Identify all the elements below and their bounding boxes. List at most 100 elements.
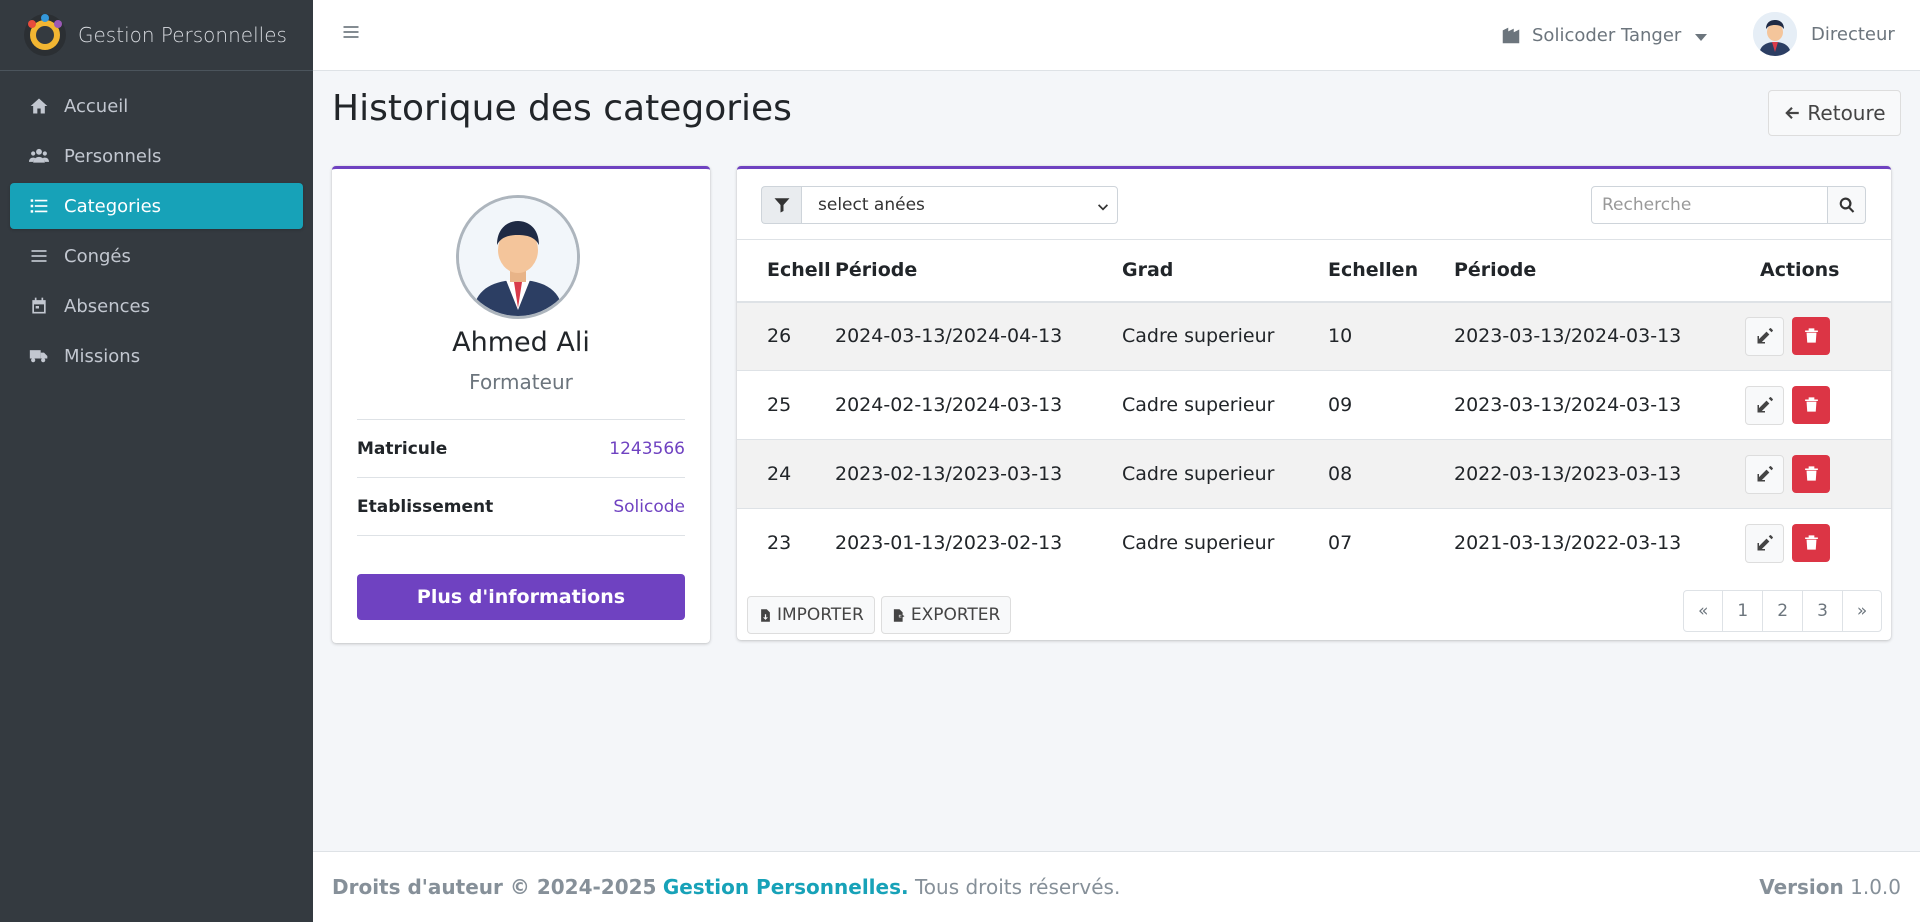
cell-periode: 2023-01-13/2023-02-13 (835, 508, 1122, 578)
user-role: Directeur (1811, 23, 1895, 45)
search-group: Recherche (1591, 186, 1866, 224)
edit-icon (1757, 397, 1773, 413)
user-menu[interactable]: Directeur (1753, 8, 1895, 60)
delete-button[interactable] (1792, 316, 1830, 355)
export-label: EXPORTER (910, 605, 1001, 625)
truck-icon (28, 345, 50, 367)
info-key: Etablissement (357, 496, 494, 517)
sidebar-item-label: Categories (64, 195, 162, 217)
footer-brand-link[interactable]: Gestion Personnelles. (663, 875, 909, 899)
file-export-icon (893, 608, 905, 622)
table-row: 23 2023-01-13/2023-02-13 Cadre superieur… (737, 508, 1891, 578)
delete-button[interactable] (1792, 454, 1830, 493)
footer-version: Version 1.0.0 (1759, 875, 1901, 899)
sidebar-item-conges[interactable]: Congés (10, 233, 303, 279)
column-header[interactable]: Période (1454, 239, 1745, 303)
file-import-icon (761, 608, 770, 622)
table-row: 25 2024-02-13/2024-03-13 Cadre superieur… (737, 370, 1891, 440)
profile-info-list: Matricule 1243566 Etablissement Solicode (357, 419, 685, 536)
home-icon (28, 95, 50, 117)
arrow-left-icon (1785, 107, 1800, 119)
cell-periode-2: 2022-03-13/2023-03-13 (1454, 439, 1745, 509)
page-prev[interactable]: « (1683, 590, 1724, 632)
sidebar-item-label: Congés (64, 245, 131, 267)
cell-periode: 2024-02-13/2024-03-13 (835, 370, 1122, 440)
back-button[interactable]: Retoure (1768, 90, 1901, 136)
cell-echellen: 07 (1328, 508, 1454, 578)
profile-avatar (456, 195, 580, 319)
brand-logo (24, 14, 66, 56)
version-label: Version (1759, 875, 1844, 899)
cell-periode-2: 2023-03-13/2024-03-13 (1454, 301, 1745, 371)
delete-button[interactable] (1792, 523, 1830, 562)
import-button[interactable]: IMPORTER (747, 596, 875, 634)
caret-down-icon (1695, 33, 1708, 41)
info-row-etablissement: Etablissement Solicode (357, 478, 685, 536)
trash-icon (1804, 466, 1818, 481)
version-value: 1.0.0 (1850, 875, 1901, 899)
sidebar-item-personnels[interactable]: Personnels (10, 133, 303, 179)
column-header[interactable]: Echell (737, 239, 835, 303)
avatar (1753, 12, 1797, 56)
profile-card: Ahmed Ali Formateur Matricule 1243566 Et… (332, 166, 710, 643)
list-icon (28, 195, 50, 217)
sidebar-item-missions[interactable]: Missions (10, 333, 303, 379)
search-input[interactable]: Recherche (1591, 186, 1828, 224)
edit-button[interactable] (1745, 523, 1784, 563)
import-label: IMPORTER (777, 605, 864, 625)
cell-echell: 24 (737, 439, 835, 509)
more-info-button[interactable]: Plus d'informations (357, 574, 685, 620)
table-row: 24 2023-02-13/2023-03-13 Cadre superieur… (737, 439, 1891, 509)
cell-echellen: 09 (1328, 370, 1454, 440)
profile-name: Ahmed Ali (452, 327, 590, 358)
sidebar-item-categories[interactable]: Categories (10, 183, 303, 229)
search-button[interactable] (1828, 186, 1866, 224)
column-header[interactable]: Grad (1122, 239, 1328, 303)
users-icon (28, 145, 50, 167)
table-row: 26 2024-03-13/2024-04-13 Cadre superieur… (737, 301, 1891, 371)
page-2[interactable]: 2 (1762, 590, 1804, 632)
edit-button[interactable] (1745, 316, 1784, 356)
sidebar-item-accueil[interactable]: Accueil (10, 83, 303, 129)
brand-title: Gestion Personnelles (78, 23, 287, 47)
pagination: « 1 2 3 » (1683, 590, 1883, 632)
organization-dropdown[interactable]: Solicoder Tanger (1500, 20, 1708, 50)
cell-echellen: 10 (1328, 301, 1454, 371)
cell-periode-2: 2021-03-13/2022-03-13 (1454, 508, 1745, 578)
page-3[interactable]: 3 (1802, 590, 1843, 632)
column-header[interactable]: Période (835, 239, 1122, 303)
cell-periode: 2024-03-13/2024-04-13 (835, 301, 1122, 371)
year-select[interactable]: select anées (801, 186, 1118, 224)
cell-echell: 23 (737, 508, 835, 578)
delete-button[interactable] (1792, 385, 1830, 424)
edit-button[interactable] (1745, 454, 1784, 494)
cell-grad: Cadre superieur (1122, 370, 1328, 440)
sidebar: Gestion Personnelles Accueil Personnels … (0, 0, 313, 922)
table-header-row: Echell Période Grad Echellen Période Act… (737, 239, 1891, 303)
trash-icon (1804, 328, 1818, 343)
sidebar-item-label: Missions (64, 345, 141, 367)
export-button[interactable]: EXPORTER (880, 596, 1012, 634)
brand[interactable]: Gestion Personnelles (0, 0, 313, 71)
info-value[interactable]: 1243566 (609, 439, 685, 459)
info-value[interactable]: Solicode (613, 497, 685, 517)
column-header[interactable]: Echellen (1328, 239, 1454, 303)
cell-echell: 26 (737, 301, 835, 371)
edit-button[interactable] (1745, 385, 1784, 425)
edit-icon (1757, 466, 1773, 482)
footer: Droits d'auteur © 2024-2025 Gestion Pers… (313, 851, 1920, 922)
menu-toggle-icon[interactable] (341, 22, 365, 46)
sidebar-item-label: Personnels (64, 145, 162, 167)
page-1[interactable]: 1 (1722, 590, 1764, 632)
sidebar-nav: Accueil Personnels Categories Congés Abs… (0, 71, 313, 395)
sidebar-item-absences[interactable]: Absences (10, 283, 303, 329)
year-select-value: select anées (818, 195, 925, 215)
footer-copyright: Droits d'auteur © 2024-2025 (332, 875, 657, 899)
topbar: Solicoder Tanger Directeur (313, 0, 1920, 71)
history-table-card: select anées Recherche Echell Période Gr… (737, 166, 1891, 640)
cell-echell: 25 (737, 370, 835, 440)
bars-icon (28, 245, 50, 267)
page-next[interactable]: » (1841, 590, 1883, 632)
trash-icon (1804, 397, 1818, 412)
year-filter: select anées (761, 186, 1118, 224)
